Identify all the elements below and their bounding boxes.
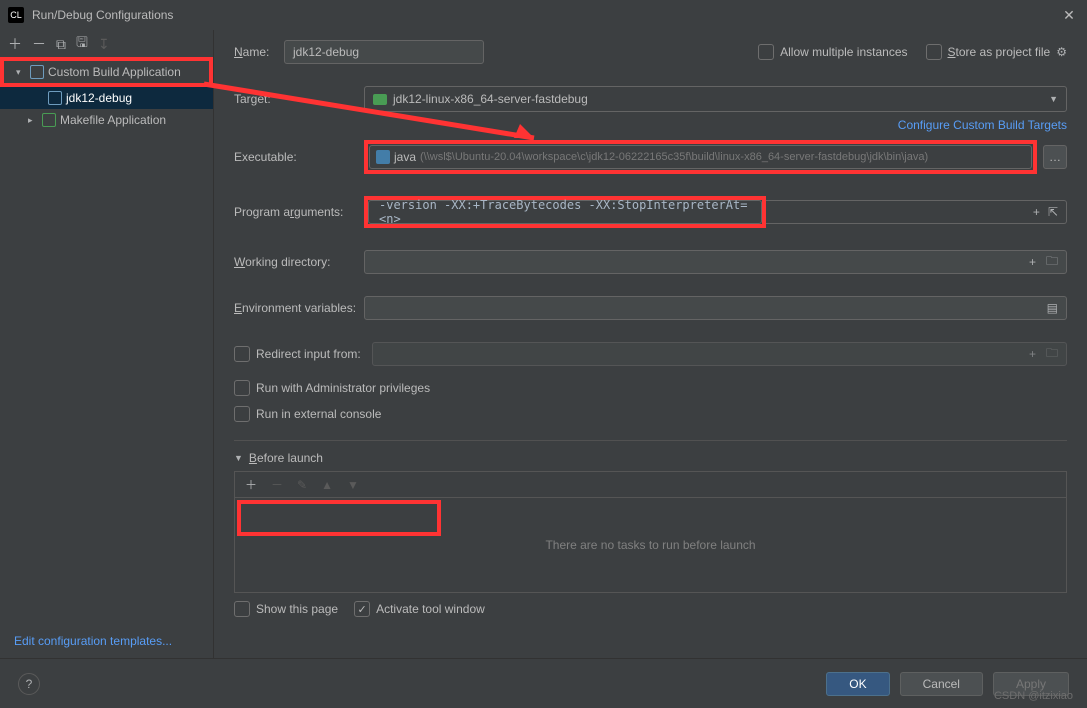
copy-icon[interactable]: ⧉ (56, 36, 66, 53)
chevron-down-icon: ▼ (1049, 94, 1058, 104)
edit-templates-link[interactable]: Edit configuration templates... (0, 624, 213, 658)
remove-icon: － (271, 476, 283, 493)
executable-label: Executable: (234, 150, 364, 164)
window-title: Run/Debug Configurations (32, 8, 1059, 22)
store-as-project-checkbox[interactable]: Store as project file (926, 44, 1051, 60)
bottom-bar: ? OK Cancel Apply (0, 658, 1087, 708)
checkbox-icon (234, 346, 250, 362)
target-label: Target: (234, 92, 364, 106)
expand-icon[interactable]: ⇱ (1048, 205, 1058, 219)
sort-icon[interactable]: ↧ (98, 36, 110, 53)
insert-icon: + (1029, 347, 1036, 361)
separator (234, 440, 1067, 441)
app-icon: CL (8, 7, 24, 23)
before-launch-list[interactable]: There are no tasks to run before launch (234, 497, 1067, 593)
cancel-button[interactable]: Cancel (900, 672, 983, 696)
executable-name: java (394, 150, 416, 164)
makefile-icon (42, 113, 56, 127)
name-row: Name: jdk12-debug Allow multiple instanc… (234, 40, 1067, 64)
target-value: jdk12-linux-x86_64-server-fastdebug (393, 92, 588, 106)
close-icon[interactable]: ✕ (1059, 7, 1079, 24)
highlight-executable: java (\\wsl$\Ubuntu-20.04\workspace\c\jd… (364, 140, 1037, 174)
envvars-input[interactable]: ▤ (364, 296, 1067, 320)
redirect-input: + 🗀 (372, 342, 1067, 366)
checkbox-icon (234, 406, 250, 422)
before-launch-header[interactable]: ▼ Before launch (234, 451, 1067, 465)
browse-button[interactable]: … (1043, 145, 1067, 169)
envvars-label: Environment variables: (234, 301, 364, 315)
args-input[interactable]: -version -XX:+TraceBytecodes -XX:StopInt… (368, 200, 762, 224)
tree-node-custom-build[interactable]: ▾ Custom Build Application (4, 61, 209, 83)
checkbox-icon (234, 601, 250, 617)
help-button[interactable]: ? (18, 673, 40, 695)
configure-targets-link[interactable]: Configure Custom Build Targets (234, 118, 1067, 132)
content-panel: Name: jdk12-debug Allow multiple instanc… (214, 30, 1087, 658)
name-label: Name: (234, 45, 284, 59)
target-dropdown[interactable]: jdk12-linux-x86_64-server-fastdebug ▼ (364, 86, 1067, 112)
executable-input[interactable]: java (\\wsl$\Ubuntu-20.04\workspace\c\jd… (369, 145, 1032, 169)
before-launch-section: ▼ Before launch ＋ － ✎ ▲ ▼ There are no t… (234, 451, 1067, 617)
args-actions: + ⇱ (766, 200, 1067, 224)
checkbox-icon (234, 380, 250, 396)
admin-checkbox[interactable]: Run with Administrator privileges (234, 380, 1067, 396)
watermark: CSDN @itzixiao (994, 690, 1073, 702)
folder-icon: 🗀 (1046, 344, 1058, 365)
executable-path: (\\wsl$\Ubuntu-20.04\workspace\c\jdk12-0… (420, 151, 928, 163)
args-row: Program arguments: -version -XX:+TraceBy… (234, 196, 1067, 228)
chevron-right-icon: ▸ (28, 115, 38, 126)
executable-row: Executable: java (\\wsl$\Ubuntu-20.04\wo… (234, 140, 1067, 174)
redirect-row: Redirect input from: + 🗀 (234, 342, 1067, 366)
highlight-args: -version -XX:+TraceBytecodes -XX:StopInt… (364, 196, 766, 228)
title-bar: CL Run/Debug Configurations ✕ (0, 0, 1087, 30)
checkbox-icon (354, 601, 370, 617)
workdir-input[interactable]: + 🗀 (364, 250, 1067, 274)
redirect-checkbox[interactable]: Redirect input from: (234, 346, 372, 362)
application-icon (30, 65, 44, 79)
application-icon (48, 91, 62, 105)
workdir-row: Working directory: + 🗀 (234, 250, 1067, 274)
list-icon[interactable]: ▤ (1047, 301, 1058, 315)
insert-icon[interactable]: + (1029, 255, 1036, 269)
show-page-checkbox[interactable]: Show this page (234, 601, 338, 617)
sidebar: ＋ － ⧉ 🖫 ↧ ▾ Custom Build Application jdk… (0, 30, 214, 658)
name-input[interactable]: jdk12-debug (284, 40, 484, 64)
save-icon[interactable]: 🖫 (76, 32, 88, 56)
folder-icon[interactable]: 🗀 (1046, 252, 1058, 273)
ok-button[interactable]: OK (826, 672, 889, 696)
target-row: Target: jdk12-linux-x86_64-server-fastde… (234, 86, 1067, 112)
config-tree: ▾ Custom Build Application jdk12-debug ▸… (0, 58, 213, 624)
checkbox-icon (926, 44, 942, 60)
external-console-checkbox[interactable]: Run in external console (234, 406, 1067, 422)
up-icon: ▲ (321, 478, 333, 492)
allow-multiple-checkbox[interactable]: Allow multiple instances (758, 44, 907, 60)
args-label: Program arguments: (234, 205, 364, 219)
highlight-empty (237, 500, 441, 536)
highlight-custom-build: ▾ Custom Build Application (0, 57, 213, 87)
tree-label: Custom Build Application (48, 65, 181, 79)
down-icon: ▼ (347, 478, 359, 492)
tree-label: jdk12-debug (66, 91, 132, 105)
tree-node-makefile[interactable]: ▸ Makefile Application (0, 109, 213, 131)
before-launch-toolbar: ＋ － ✎ ▲ ▼ (234, 471, 1067, 497)
tree-label: Makefile Application (60, 113, 166, 127)
sidebar-toolbar: ＋ － ⧉ 🖫 ↧ (0, 30, 213, 58)
target-icon (373, 94, 387, 105)
insert-icon[interactable]: + (1033, 205, 1040, 219)
java-icon (376, 150, 390, 164)
add-icon[interactable]: ＋ (245, 476, 257, 493)
tree-node-jdk12[interactable]: jdk12-debug (0, 87, 213, 109)
chevron-down-icon: ▾ (16, 67, 26, 78)
activate-tool-checkbox[interactable]: Activate tool window (354, 601, 485, 617)
gear-icon[interactable]: ⚙ (1056, 45, 1067, 59)
edit-icon: ✎ (297, 478, 307, 492)
checkbox-icon (758, 44, 774, 60)
remove-icon[interactable]: － (32, 34, 46, 54)
workdir-label: Working directory: (234, 255, 364, 269)
envvars-row: Environment variables: ▤ (234, 296, 1067, 320)
empty-text: There are no tasks to run before launch (545, 538, 755, 552)
add-icon[interactable]: ＋ (8, 34, 22, 54)
chevron-down-icon: ▼ (234, 453, 243, 463)
